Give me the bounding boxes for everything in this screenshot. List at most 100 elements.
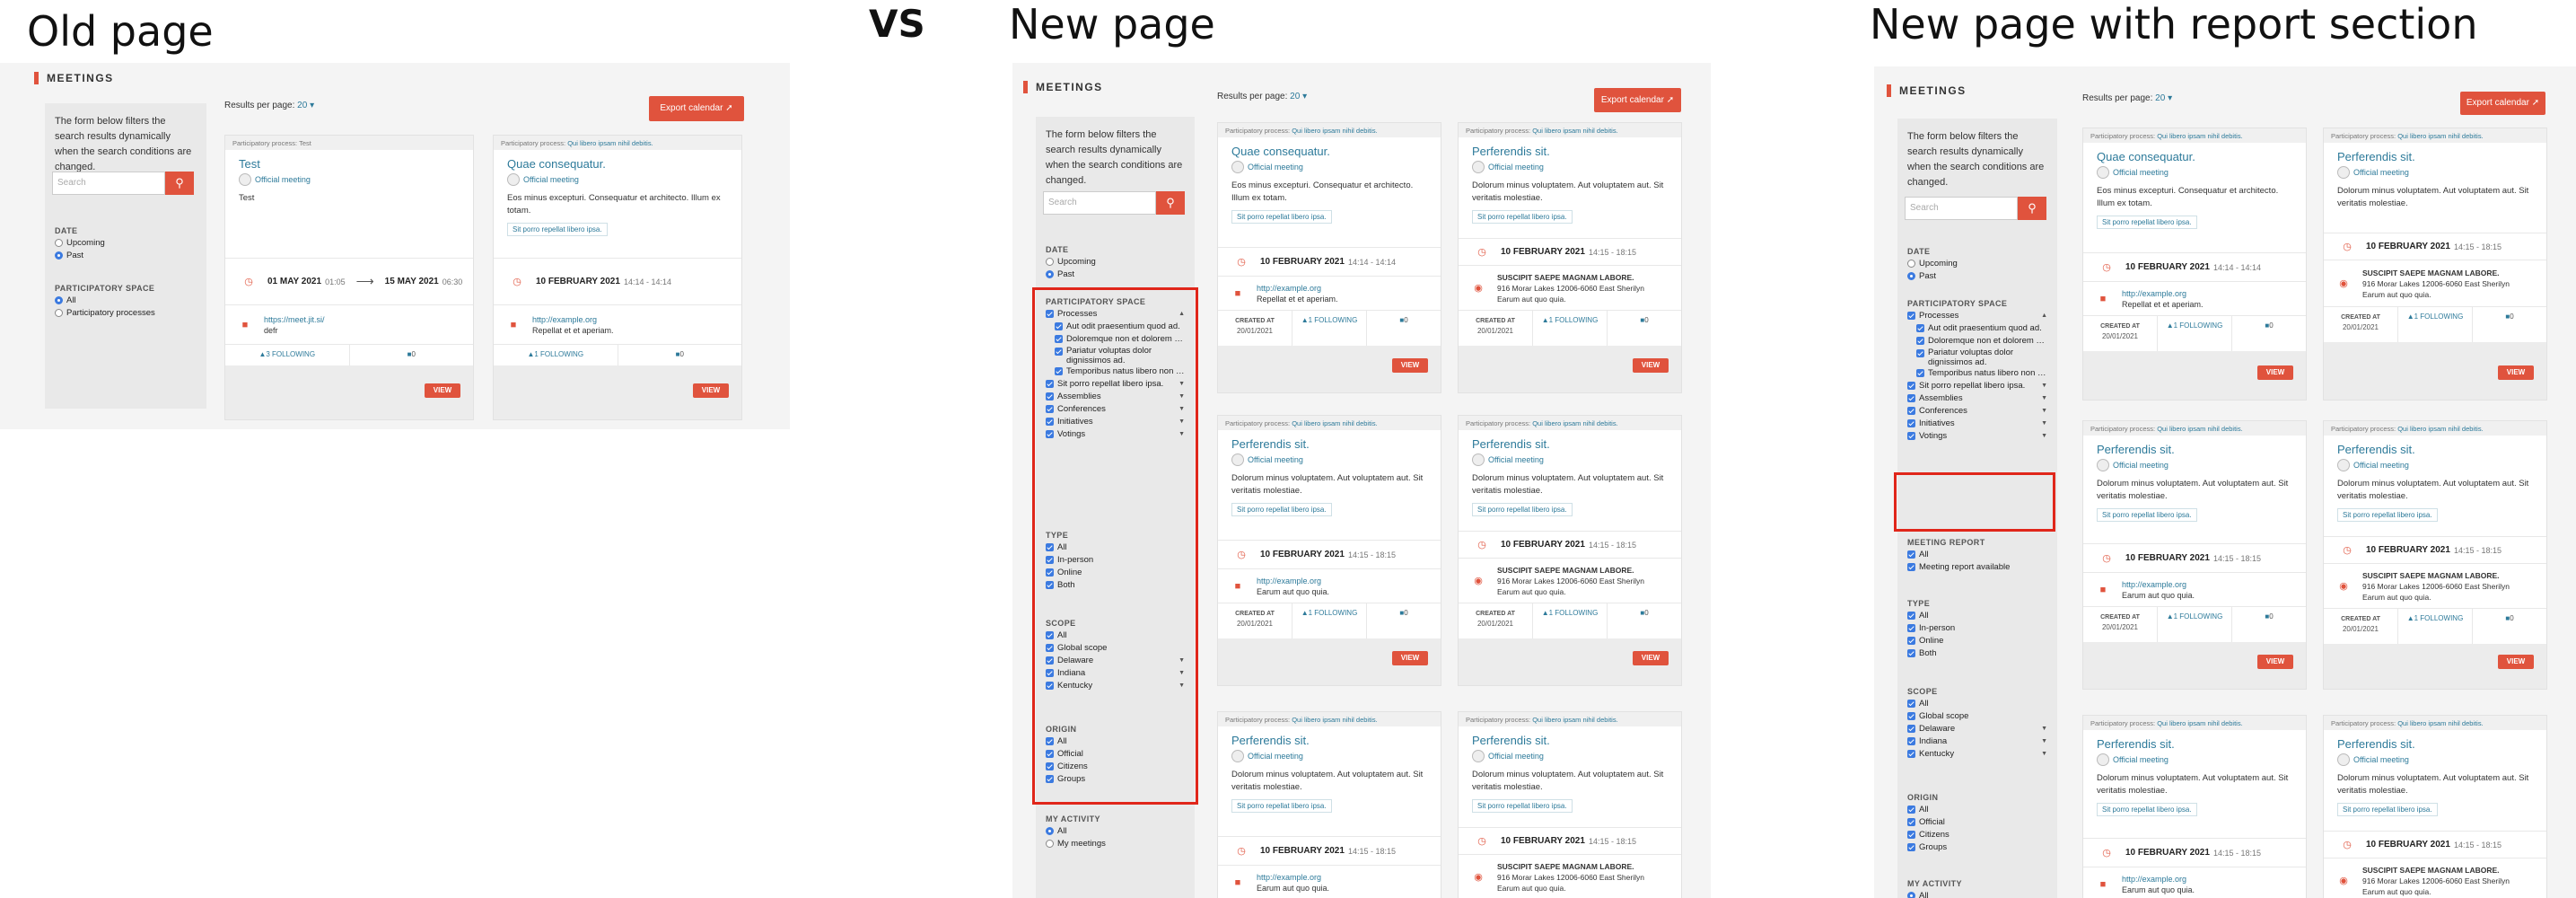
following-count[interactable]: ▲1 FOLLOWING (2398, 307, 2473, 342)
date-past[interactable]: Past (1046, 269, 1185, 281)
activity-mine[interactable]: My meetings (1046, 838, 1185, 850)
search-icon[interactable]: ⚲ (1156, 191, 1185, 215)
space-initiatives[interactable]: Initiatives ▼ (1907, 418, 2047, 430)
type-inperson[interactable]: In-person (1907, 622, 2047, 635)
space-process-item[interactable]: Aut odit praesentium quod ad. (1907, 322, 2047, 335)
following-count[interactable]: ▲1 FOLLOWING (1292, 603, 1367, 638)
following-count[interactable]: ▲1 FOLLOWING (2398, 609, 2473, 644)
export-calendar-button[interactable]: Export calendar ➚ (2460, 92, 2545, 115)
space-process-item[interactable]: Doloremque non et dolorem sed. (1907, 335, 2047, 348)
following-count[interactable]: ▲1 FOLLOWING (2158, 607, 2232, 642)
meeting-card[interactable]: Participatory process: Qui libero ipsam … (1458, 415, 1682, 686)
search-input[interactable]: Search (1905, 197, 2018, 220)
export-calendar-button[interactable]: Export calendar ➚ (649, 96, 744, 121)
origin-all[interactable]: All (1907, 804, 2047, 816)
search-icon[interactable]: ⚲ (165, 172, 194, 195)
results-per-page[interactable]: Results per page: 20 ▾ (1217, 92, 1307, 101)
following-count[interactable]: ▲1 FOLLOWING (2158, 316, 2232, 351)
card-title[interactable]: Perferendis sit. (2324, 730, 2546, 751)
type-online[interactable]: Online (1907, 635, 2047, 647)
meeting-card[interactable]: Participatory process: Qui libero ipsam … (2323, 715, 2547, 898)
card-title[interactable]: Perferendis sit. (1459, 137, 1681, 158)
meeting-card[interactable]: Participatory process: Qui libero ipsam … (493, 135, 742, 420)
card-title[interactable]: Perferendis sit. (1459, 726, 1681, 747)
origin-official[interactable]: Official (1907, 816, 2047, 829)
view-button[interactable]: VIEW (693, 383, 729, 398)
space-assemblies[interactable]: Assemblies ▼ (1907, 392, 2047, 405)
date-upcoming[interactable]: Upcoming (1907, 258, 2047, 270)
space-votings[interactable]: Votings ▼ (1907, 430, 2047, 443)
meeting-card[interactable]: Participatory process: Qui libero ipsam … (2082, 128, 2307, 401)
report-all[interactable]: All (1907, 549, 2047, 561)
card-tag[interactable]: Sit porro repellat libero ipsa. (1472, 210, 1573, 224)
meeting-card[interactable]: Participatory process: Qui libero ipsam … (2082, 715, 2307, 898)
origin-groups[interactable]: Groups (1907, 841, 2047, 854)
view-button[interactable]: VIEW (2257, 655, 2293, 669)
card-title[interactable]: Perferendis sit. (2083, 730, 2306, 751)
following-count[interactable]: ▲3 FOLLOWING (225, 345, 350, 365)
export-calendar-button[interactable]: Export calendar ➚ (1594, 88, 1681, 112)
type-both[interactable]: Both (1907, 647, 2047, 660)
space-processes[interactable]: Participatory processes (55, 307, 197, 320)
view-button[interactable]: VIEW (2257, 365, 2293, 380)
meeting-card[interactable]: Participatory process: Qui libero ipsam … (1217, 122, 1441, 393)
origin-citizens[interactable]: Citizens (1907, 829, 2047, 841)
view-button[interactable]: VIEW (1633, 651, 1669, 665)
card-link[interactable]: http://example.org (1257, 283, 1338, 294)
meeting-card[interactable]: Participatory process: Qui libero ipsam … (2323, 420, 2547, 690)
card-tag[interactable]: Sit porro repellat libero ipsa. (1472, 799, 1573, 813)
search-input[interactable]: Search (1043, 191, 1156, 215)
card-link[interactable]: http://example.org (2122, 874, 2195, 885)
card-title[interactable]: Perferendis sit. (2083, 436, 2306, 456)
date-upcoming[interactable]: Upcoming (55, 237, 197, 250)
card-title[interactable]: Perferendis sit. (1218, 726, 1441, 747)
card-title[interactable]: Perferendis sit. (2324, 143, 2546, 163)
card-tag[interactable]: Sit porro repellat libero ipsa. (1231, 503, 1332, 516)
search-icon[interactable]: ⚲ (2018, 197, 2046, 220)
card-tag[interactable]: Sit porro repellat libero ipsa. (2097, 216, 2197, 229)
scope-kentucky[interactable]: Kentucky ▼ (1907, 748, 2047, 761)
report-available[interactable]: Meeting report available (1907, 561, 2047, 574)
view-button[interactable]: VIEW (1392, 651, 1428, 665)
card-link[interactable]: https://meet.jit.si/ (264, 314, 325, 325)
scope-indiana[interactable]: Indiana ▼ (1907, 735, 2047, 748)
card-title[interactable]: Perferendis sit. (2324, 436, 2546, 456)
date-upcoming[interactable]: Upcoming (1046, 256, 1185, 269)
card-link[interactable]: http://example.org (532, 314, 614, 325)
view-button[interactable]: VIEW (1392, 358, 1428, 373)
card-link[interactable]: http://example.org (1257, 576, 1329, 586)
card-link[interactable]: http://example.org (2122, 579, 2195, 590)
date-past[interactable]: Past (1907, 270, 2047, 283)
card-tag[interactable]: Sit porro repellat libero ipsa. (2337, 508, 2438, 522)
card-tag[interactable]: Sit porro repellat libero ipsa. (2337, 803, 2438, 816)
card-tag[interactable]: Sit porro repellat libero ipsa. (2097, 508, 2197, 522)
card-tag[interactable]: Sit porro repellat libero ipsa. (507, 223, 608, 236)
space-all[interactable]: All (55, 295, 197, 307)
meeting-card[interactable]: Participatory process: Qui libero ipsam … (2323, 128, 2547, 401)
meeting-card[interactable]: Participatory process: Test Test Officia… (224, 135, 474, 420)
meeting-card[interactable]: Participatory process: Qui libero ipsam … (1458, 122, 1682, 393)
card-link[interactable]: http://example.org (1257, 872, 1329, 883)
meeting-card[interactable]: Participatory process: Qui libero ipsam … (1217, 415, 1441, 686)
activity-all[interactable]: All (1046, 825, 1185, 838)
space-process-item[interactable]: Sit porro repellat libero ipsa. ▼ (1907, 380, 2047, 392)
card-title[interactable]: Test (225, 150, 473, 171)
meeting-card[interactable]: Participatory process: Qui libero ipsam … (1458, 711, 1682, 898)
scope-delaware[interactable]: Delaware ▼ (1907, 723, 2047, 735)
card-title[interactable]: Perferendis sit. (1218, 430, 1441, 451)
card-tag[interactable]: Sit porro repellat libero ipsa. (1472, 503, 1573, 516)
activity-all[interactable]: All (1907, 890, 2047, 898)
space-processes[interactable]: Processes ▲ (1907, 310, 2047, 322)
meeting-card[interactable]: Participatory process: Qui libero ipsam … (1217, 711, 1441, 898)
view-button[interactable]: VIEW (2498, 655, 2534, 669)
card-tag[interactable]: Sit porro repellat libero ipsa. (1231, 210, 1332, 224)
date-past[interactable]: Past (55, 250, 197, 262)
meeting-card[interactable]: Participatory process: Qui libero ipsam … (2082, 420, 2307, 690)
card-tag[interactable]: Sit porro repellat libero ipsa. (1231, 799, 1332, 813)
space-conferences[interactable]: Conferences ▼ (1907, 405, 2047, 418)
space-process-item[interactable]: Pariatur voluptas dolor dignissimos ad. (1907, 348, 2047, 367)
following-count[interactable]: ▲1 FOLLOWING (1533, 603, 1608, 638)
card-title[interactable]: Quae consequatur. (1218, 137, 1441, 158)
results-per-page[interactable]: Results per page: 20 ▾ (2082, 93, 2172, 103)
following-count[interactable]: ▲1 FOLLOWING (1292, 311, 1367, 346)
